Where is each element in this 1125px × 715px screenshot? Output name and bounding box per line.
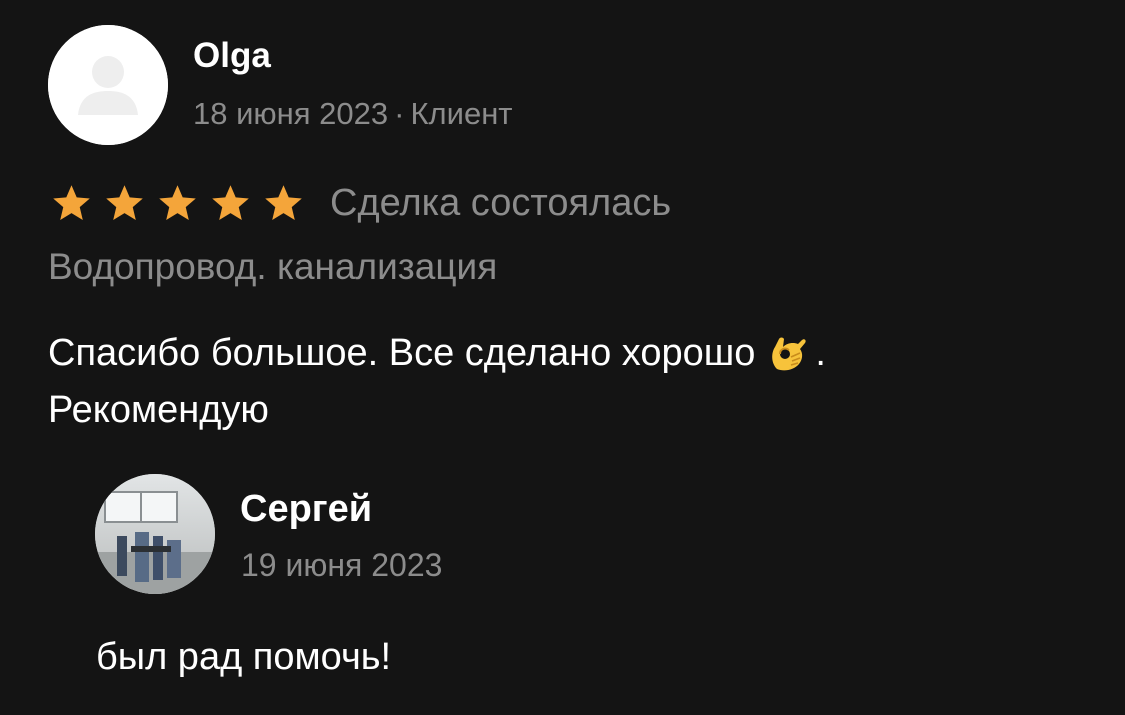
reply-author-name[interactable]: Сергей — [240, 490, 372, 528]
reply-date: 19 июня 2023 — [241, 547, 443, 583]
rating-row: Сделка состоялась — [50, 178, 671, 228]
star-rating — [50, 182, 305, 225]
reply-avatar[interactable] — [95, 474, 215, 594]
star-icon — [53, 184, 90, 220]
user-placeholder-icon — [48, 25, 168, 145]
review-meta: 18 июня 2023 · Клиент — [193, 98, 513, 129]
review-text: Спасибо большое. Все сделано хорошо . Ре… — [48, 325, 1078, 439]
deal-status: Сделка состоялась — [330, 182, 672, 224]
ok-hand-emoji — [763, 329, 809, 375]
star-icon — [106, 184, 143, 220]
review-text-end: . — [815, 332, 826, 374]
reply-avatar-photo — [95, 474, 215, 594]
review-card: Olga 18 июня 2023 · Клиент Сделка состояла… — [0, 0, 1125, 715]
star-icon — [265, 184, 302, 220]
reply-text: был рад помочь! — [96, 636, 392, 678]
review-date: 18 июня 2023 — [193, 96, 389, 131]
star-icon — [159, 184, 196, 220]
author-role: Клиент — [410, 96, 513, 131]
review-text-line-2: Рекомендую — [48, 389, 269, 431]
ok-hand-icon — [772, 337, 807, 371]
star-icon — [212, 184, 249, 220]
service-category: Водопровод. канализация — [48, 246, 498, 287]
meta-separator: · — [394, 96, 405, 131]
review-text-part: Спасибо большое. Все сделано хорошо — [48, 332, 756, 374]
review-text-line-1: Спасибо большое. Все сделано хорошо . — [48, 325, 1078, 382]
avatar[interactable] — [48, 25, 168, 145]
author-name[interactable]: Olga — [193, 38, 271, 73]
